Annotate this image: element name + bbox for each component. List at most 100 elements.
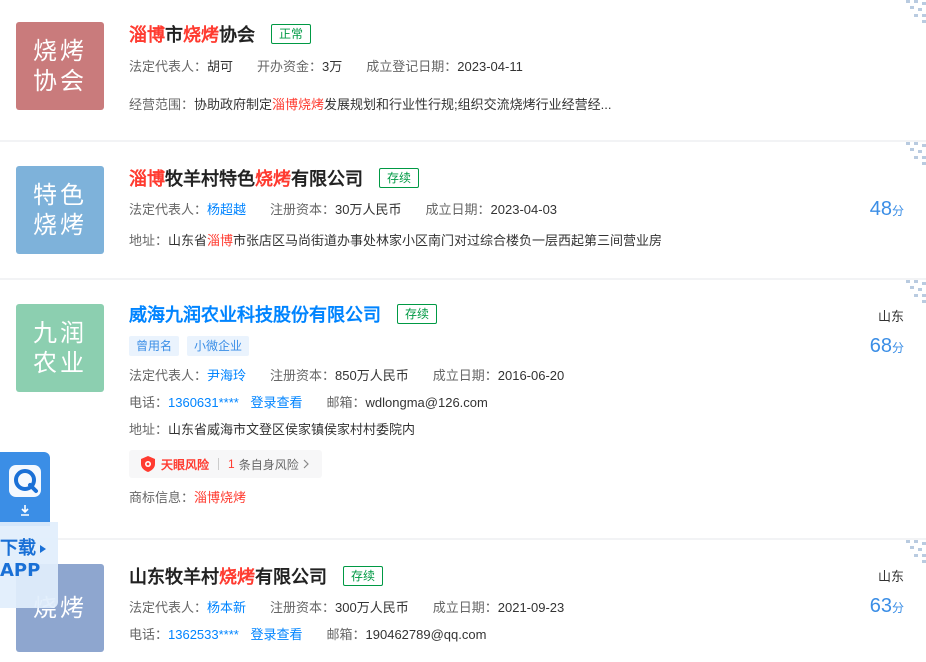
- date-label: 成立登记日期：: [366, 59, 458, 74]
- company-logo[interactable]: 烧烤 协会: [16, 22, 104, 110]
- corner-pattern-icon: [906, 540, 926, 563]
- capital-value: 30万人民币: [335, 202, 402, 217]
- download-app-widget[interactable]: 下载 APP: [0, 452, 58, 608]
- status-badge: 存续: [343, 566, 384, 586]
- capital-label: 开办资金：: [257, 59, 323, 74]
- company-name-link[interactable]: 山东牧羊村烧烤有限公司: [129, 563, 327, 589]
- logo-text-line: 特色: [33, 181, 87, 209]
- logo-text-line: 烧烤: [33, 37, 87, 65]
- address-label: 地址：: [129, 422, 169, 437]
- phone-label: 电话：: [129, 627, 169, 642]
- basic-info-line: 法定代表人：胡可 开办资金：3万 成立登记日期：2023-04-11: [129, 57, 796, 77]
- result-card-2[interactable]: 特色 烧烤 淄博牧羊村特色烧烤有限公司 存续 法定代表人：杨超越 注册资本：30万…: [0, 142, 926, 278]
- capital-value: 300万人民币: [335, 600, 409, 615]
- score-box: 山东 63分: [870, 566, 904, 618]
- risk-count: 1: [228, 457, 235, 471]
- title-part: 山东牧羊村: [129, 567, 219, 587]
- title-part: 牧羊村特色: [165, 169, 255, 189]
- date-value: 2021-09-23: [497, 600, 565, 615]
- date-value: 2023-04-11: [457, 59, 523, 74]
- legal-rep-link[interactable]: 杨超越: [207, 202, 246, 217]
- address-part: 市张店区马尚街道办事处林家小区南门对过综合楼负一层西起第三间营业房: [233, 233, 663, 248]
- address-part: 山东省: [168, 233, 208, 248]
- scope-label: 经营范围：: [129, 97, 195, 112]
- title-part: 烧烤: [255, 169, 291, 189]
- legal-rep-label: 法定代表人：: [129, 59, 208, 74]
- legal-rep-link[interactable]: 尹海玲: [207, 368, 246, 383]
- title-part: 有限公司: [255, 567, 327, 587]
- result-card-3[interactable]: 九润 农业 威海九润农业科技股份有限公司 存续 曾用名 小微企业 法定代表人：尹…: [0, 280, 926, 538]
- legal-rep-value: 胡可: [207, 59, 234, 74]
- corner-pattern-icon: [906, 280, 926, 303]
- title-part: 市: [165, 25, 183, 45]
- risk-text: 条自身风险: [238, 457, 299, 472]
- shield-icon: [141, 456, 155, 472]
- company-logo[interactable]: 特色 烧烤: [16, 166, 104, 254]
- company-name-link[interactable]: 威海九润农业科技股份有限公司: [129, 301, 381, 327]
- score-value: 68分: [869, 335, 904, 357]
- email-label: 邮箱：: [326, 395, 366, 410]
- result-card-1[interactable]: 烧烤 协会 淄博市烧烤协会 正常 法定代表人：胡可 开办资金：3万 成立登记日期：2…: [0, 0, 926, 140]
- legal-rep-label: 法定代表人：: [129, 600, 208, 615]
- scope-part: 淄博烧烤: [272, 97, 325, 112]
- scope-part: 协助政府制定: [194, 97, 273, 112]
- legal-rep-label: 法定代表人：: [129, 368, 208, 383]
- phone-link[interactable]: 1362533****: [168, 627, 239, 642]
- capital-label: 注册资本：: [270, 600, 336, 615]
- legal-rep-link[interactable]: 杨本新: [207, 600, 246, 615]
- date-label: 成立日期：: [432, 368, 498, 383]
- chevron-right-icon: [303, 459, 309, 469]
- scope-line: 经营范围：协助政府制定淄博烧烤发展规划和行业性行规;组织交流烧烤行业经营经...: [129, 95, 796, 115]
- status-badge: 存续: [397, 304, 438, 324]
- region-label: 山东: [877, 309, 904, 324]
- logo-text-line: 协会: [33, 67, 87, 95]
- basic-info-line: 法定代表人：尹海玲 注册资本：850万人民币 成立日期：2016-06-20: [129, 366, 796, 386]
- contact-line: 电话：1360631**** 登录查看 邮箱：wdlongma@126.com: [129, 393, 796, 413]
- email-value: 190462789@qq.com: [365, 627, 487, 642]
- capital-label: 注册资本：: [270, 368, 336, 383]
- logo-text-line: 烧烤: [33, 211, 87, 239]
- basic-info-line: 法定代表人：杨本新 注册资本：300万人民币 成立日期：2021-09-23: [129, 598, 796, 618]
- trademark-label: 商标信息：: [129, 490, 195, 505]
- status-badge: 存续: [379, 168, 420, 188]
- title-part: 淄博: [129, 25, 165, 45]
- risk-button[interactable]: 天眼风险 1 条自身风险: [129, 450, 322, 478]
- date-label: 成立日期：: [432, 600, 498, 615]
- score-box: 山东 68分: [870, 306, 904, 358]
- score-value: 48分: [869, 198, 904, 220]
- title-part: 烧烤: [219, 567, 255, 587]
- login-view-link[interactable]: 登录查看: [251, 627, 303, 642]
- scope-part: 发展规划和行业性行规;组织交流烧烤行业经营经...: [324, 97, 612, 112]
- title-part: 协会: [219, 25, 255, 45]
- region-label: 山东: [877, 569, 904, 584]
- capital-label: 注册资本：: [270, 202, 336, 217]
- status-badge: 正常: [271, 24, 312, 44]
- login-view-link[interactable]: 登录查看: [251, 395, 303, 410]
- logo-text-line: 九润: [33, 319, 87, 347]
- address-part: 淄博: [207, 233, 234, 248]
- score-box: 48分: [870, 198, 904, 221]
- trademark-value[interactable]: 淄博烧烤: [194, 490, 246, 505]
- basic-info-line: 法定代表人：杨超越 注册资本：30万人民币 成立日期：2023-04-03: [129, 200, 796, 220]
- title-part: 淄博: [129, 169, 165, 189]
- logo-text-line: 农业: [33, 349, 87, 377]
- company-logo[interactable]: 九润 农业: [16, 304, 104, 392]
- tag-small-enterprise: 小微企业: [187, 336, 250, 356]
- title-part: 有限公司: [291, 169, 363, 189]
- email-value: wdlongma@126.com: [365, 395, 488, 410]
- company-name-link[interactable]: 淄博牧羊村特色烧烤有限公司: [129, 165, 363, 191]
- corner-pattern-icon: [906, 142, 926, 165]
- legal-rep-label: 法定代表人：: [129, 202, 208, 217]
- phone-link[interactable]: 1360631****: [168, 395, 239, 410]
- result-card-4[interactable]: 烧烤 山东牧羊村烧烤有限公司 存续 法定代表人：杨本新 注册资本：300万人民币 成…: [0, 540, 926, 662]
- tag-former-name[interactable]: 曾用名: [129, 336, 180, 356]
- address-line: 地址：山东省威海市文登区侯家镇侯家村村委院内: [129, 420, 796, 440]
- capital-value: 850万人民币: [335, 368, 409, 383]
- score-value: 63分: [869, 595, 904, 617]
- download-app-label: 下载 APP: [0, 538, 47, 582]
- app-logo-icon: [9, 465, 41, 497]
- company-name-link[interactable]: 淄博市烧烤协会: [129, 21, 255, 47]
- app-icon-panel: [0, 452, 50, 526]
- date-value: 2016-06-20: [497, 368, 565, 383]
- contact-line: 电话：1362533**** 登录查看 邮箱：190462789@qq.com: [129, 625, 796, 645]
